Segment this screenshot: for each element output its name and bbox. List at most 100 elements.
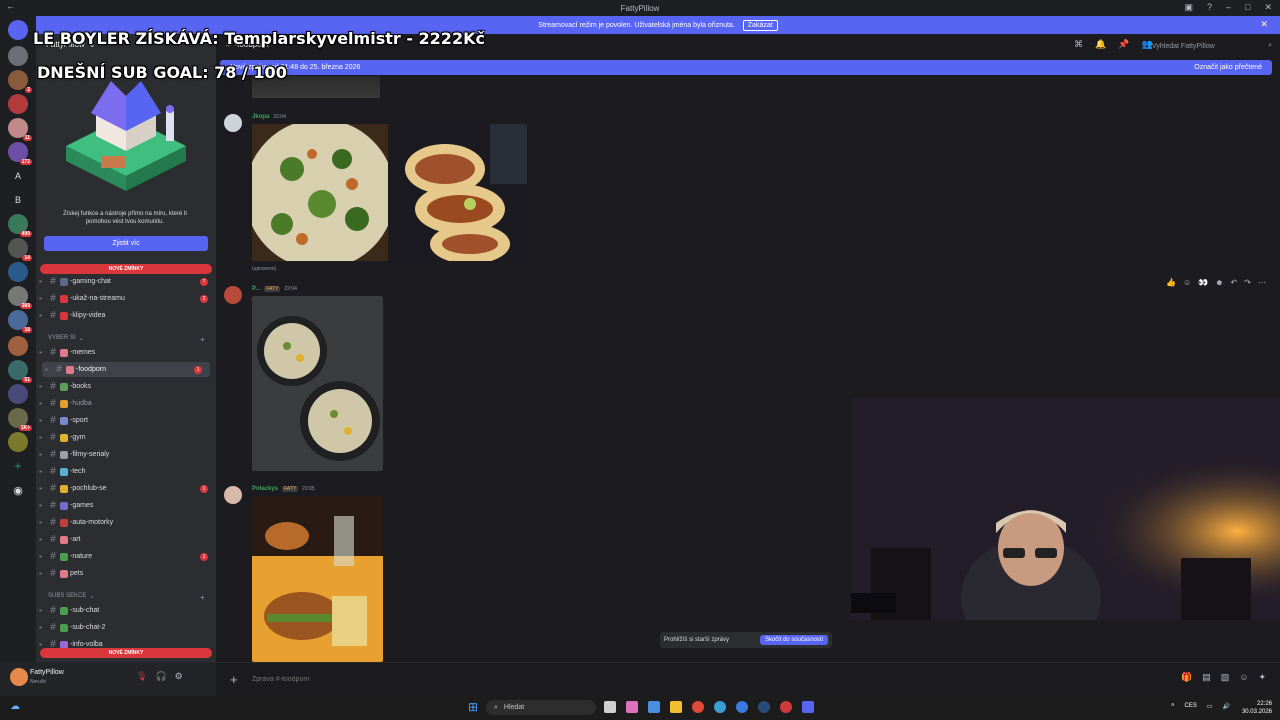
headphones-muted-icon[interactable]: 🎧 <box>155 671 166 682</box>
add-channel-icon[interactable]: + <box>200 593 205 602</box>
server-icon[interactable] <box>8 46 28 66</box>
add-reaction-icon[interactable]: ☻ <box>1215 278 1223 287</box>
app-icon[interactable] <box>780 701 792 713</box>
weather-icon[interactable]: ☁ <box>10 701 20 712</box>
steam-icon[interactable] <box>758 701 770 713</box>
tacos-image[interactable] <box>390 124 527 261</box>
help-icon[interactable]: ? <box>1207 2 1212 13</box>
channel-filmy-serialy[interactable]: ▸ # -filmy-serialy <box>36 447 216 462</box>
bell-icon[interactable]: 🔔 <box>1095 39 1106 50</box>
category-subs-sekce[interactable]: SUBS SEKCE ⌄ + <box>48 593 205 602</box>
server-icon[interactable]: 1K+ <box>8 408 32 431</box>
discord-icon[interactable] <box>802 701 814 713</box>
server-icon[interactable]: 172 <box>8 142 32 165</box>
back-icon[interactable]: ← <box>6 1 15 11</box>
server-icon[interactable] <box>8 94 28 114</box>
pin-icon[interactable]: 📌 <box>1118 39 1129 50</box>
server-icon[interactable] <box>8 384 28 404</box>
members-icon[interactable]: 👥 <box>1141 39 1152 50</box>
message-input[interactable] <box>252 672 852 686</box>
app-icon[interactable] <box>626 701 638 713</box>
chrome-icon[interactable] <box>692 701 704 713</box>
server-icon[interactable]: 18 <box>8 310 32 333</box>
message-author[interactable]: Jkopa <box>252 114 269 120</box>
channel-gym[interactable]: ▸ # -gym <box>36 430 216 445</box>
avatar[interactable] <box>224 286 242 304</box>
network-icon[interactable]: ▭ <box>1207 703 1213 710</box>
emoji-icon[interactable]: ☺ <box>1239 672 1248 683</box>
search-input[interactable]: Vyhledat FattyPillow ⌕ <box>1152 39 1272 53</box>
chevron-up-icon[interactable]: ˄ <box>1171 703 1175 710</box>
server-icon[interactable] <box>8 262 28 282</box>
gift-icon[interactable]: 🎁 <box>1181 672 1192 683</box>
channel-gaming-chat[interactable]: ▸ # -gaming-chat 7 <box>36 274 216 289</box>
add-channel-icon[interactable]: + <box>200 335 205 344</box>
language-indicator[interactable]: CES <box>1185 703 1197 710</box>
app-icon[interactable] <box>736 701 748 713</box>
mark-read-link[interactable]: Označit jako přečtené <box>1194 64 1262 71</box>
avatar[interactable] <box>224 114 242 132</box>
threads-icon[interactable]: ⌘ <box>1074 39 1083 50</box>
message-author[interactable]: P... <box>252 286 260 292</box>
channel-books[interactable]: ▸ # -books <box>36 379 216 394</box>
channel-nature[interactable]: ▸ # -nature 1 <box>36 549 216 564</box>
settings-gear-icon[interactable]: ⚙ <box>175 671 183 682</box>
discover-icon[interactable]: ◉ <box>8 480 28 500</box>
server-icon[interactable] <box>8 336 28 356</box>
maximize-icon[interactable]: □ <box>1245 2 1250 13</box>
app-icon[interactable] <box>648 701 660 713</box>
channel-auta-motorky[interactable]: ▸ # -auta-motorky <box>36 515 216 530</box>
channel-art[interactable]: ▸ # -art <box>36 532 216 547</box>
jump-to-present-button[interactable]: Skočit do současnosti <box>759 635 828 645</box>
sticker-icon[interactable]: ▧ <box>1221 672 1230 683</box>
channel-pets[interactable]: ▸ # pets <box>36 566 216 581</box>
pizza-image[interactable] <box>252 124 388 261</box>
avatar[interactable] <box>10 668 28 686</box>
forward-icon[interactable]: ↷ <box>1244 278 1251 287</box>
disable-streamer-mode-button[interactable]: Zakázat <box>742 19 778 31</box>
thumbs-up-icon[interactable]: 👍 <box>1166 278 1176 287</box>
channel-tech[interactable]: ▸ # -tech <box>36 464 216 479</box>
more-icon[interactable]: ⋯ <box>1258 278 1266 287</box>
gif-icon[interactable]: ▤ <box>1202 672 1211 683</box>
server-icon[interactable]: 389 <box>8 286 32 309</box>
channel-sport[interactable]: ▸ # -sport <box>36 413 216 428</box>
server-icon[interactable]: 11 <box>8 118 32 141</box>
channel-sub-chat[interactable]: ▸ # -sub-chat <box>36 603 216 618</box>
channel-hudba[interactable]: ▸ # -hudba <box>36 396 216 411</box>
edge-icon[interactable] <box>714 701 726 713</box>
close-banner-icon[interactable]: ✕ <box>1260 19 1268 30</box>
learn-more-button[interactable]: Zjistit víc <box>44 236 208 251</box>
eyes-icon[interactable]: 👀 <box>1198 278 1208 287</box>
channel-games[interactable]: ▸ # -games <box>36 498 216 513</box>
server-letter-b[interactable]: B <box>8 190 28 210</box>
server-icon[interactable]: 14 <box>8 238 32 261</box>
avatar[interactable] <box>224 486 242 504</box>
reply-icon[interactable]: ↶ <box>1231 278 1238 287</box>
server-icon[interactable] <box>8 432 28 452</box>
volume-icon[interactable]: 🔊 <box>1223 703 1230 710</box>
inbox-icon[interactable]: ▣ <box>1184 2 1193 13</box>
reaction-icon[interactable]: ☺ <box>1183 278 1191 287</box>
task-view-icon[interactable] <box>604 701 616 713</box>
burger-image[interactable] <box>252 496 383 662</box>
folder-icon[interactable] <box>670 701 682 713</box>
server-letter-a[interactable]: A <box>8 166 28 186</box>
channel-ukaz-na-streamu[interactable]: ▸ # -ukaž-na-streamu 2 <box>36 291 216 306</box>
server-icon[interactable]: 2 <box>8 70 32 93</box>
clock[interactable]: 22:26 30.03.2026 <box>1242 700 1272 716</box>
minimize-icon[interactable]: – <box>1226 2 1231 13</box>
add-attachment-icon[interactable]: + <box>230 672 238 687</box>
taskbar-search[interactable]: ⌕ Hledat <box>486 700 596 715</box>
server-icon[interactable]: 499 <box>8 214 32 237</box>
server-icon[interactable]: 51 <box>8 360 32 383</box>
mic-muted-icon[interactable]: 🎙 <box>136 671 147 682</box>
apps-icon[interactable]: ✦ <box>1258 672 1266 683</box>
message-author[interactable]: Polackys <box>252 486 278 492</box>
new-mentions-pill[interactable]: NOVÉ ZMÍNKY <box>40 264 212 274</box>
channel-sub-chat-2[interactable]: ▸ # -sub-chat-2 <box>36 620 216 635</box>
salad-image[interactable] <box>252 296 383 471</box>
add-server-icon[interactable]: + <box>8 456 28 476</box>
dm-home-icon[interactable] <box>8 20 28 40</box>
new-mentions-pill[interactable]: NOVÉ ZMÍNKY <box>40 648 212 658</box>
